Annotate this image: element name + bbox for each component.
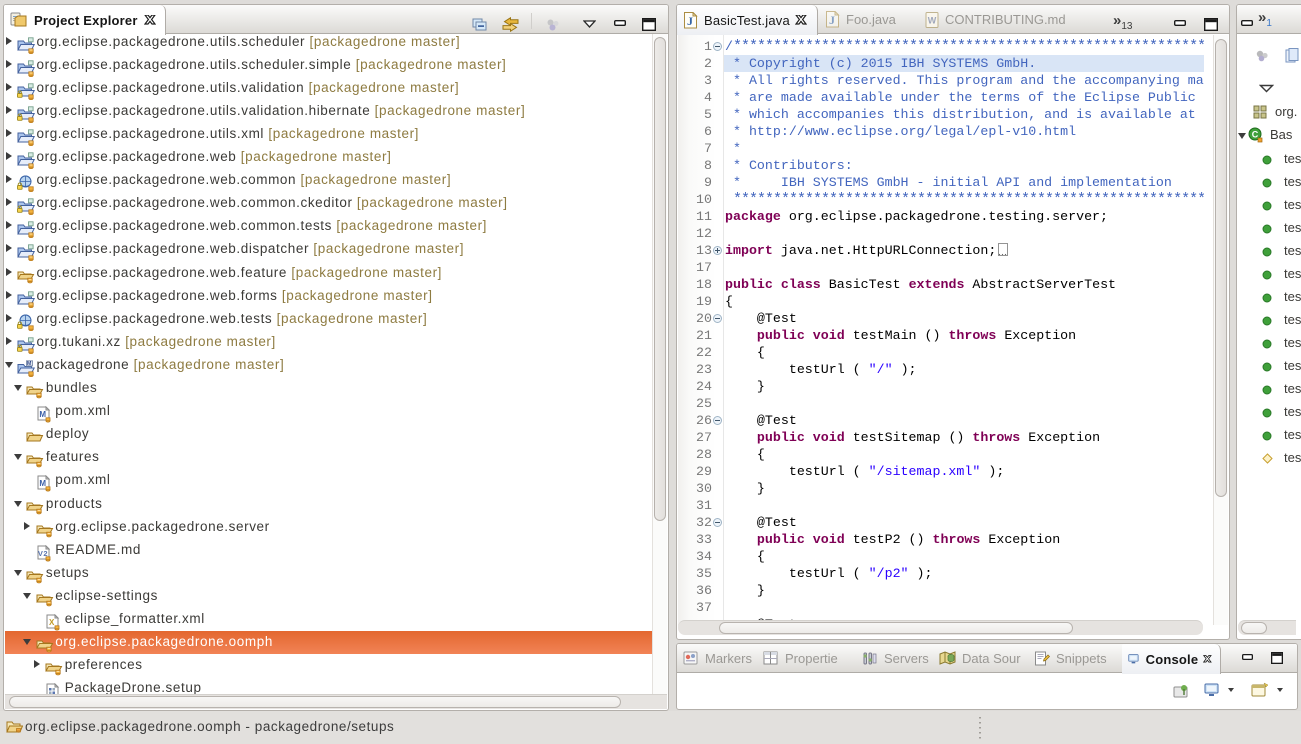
svg-text:M: M	[39, 410, 46, 419]
svg-text:X: X	[49, 618, 55, 627]
svg-text:J: J	[829, 13, 835, 27]
svg-text:M: M	[39, 479, 46, 488]
svg-text:J: J	[687, 14, 693, 28]
svg-text:M: M	[27, 361, 32, 367]
svg-text:W: W	[928, 15, 937, 25]
